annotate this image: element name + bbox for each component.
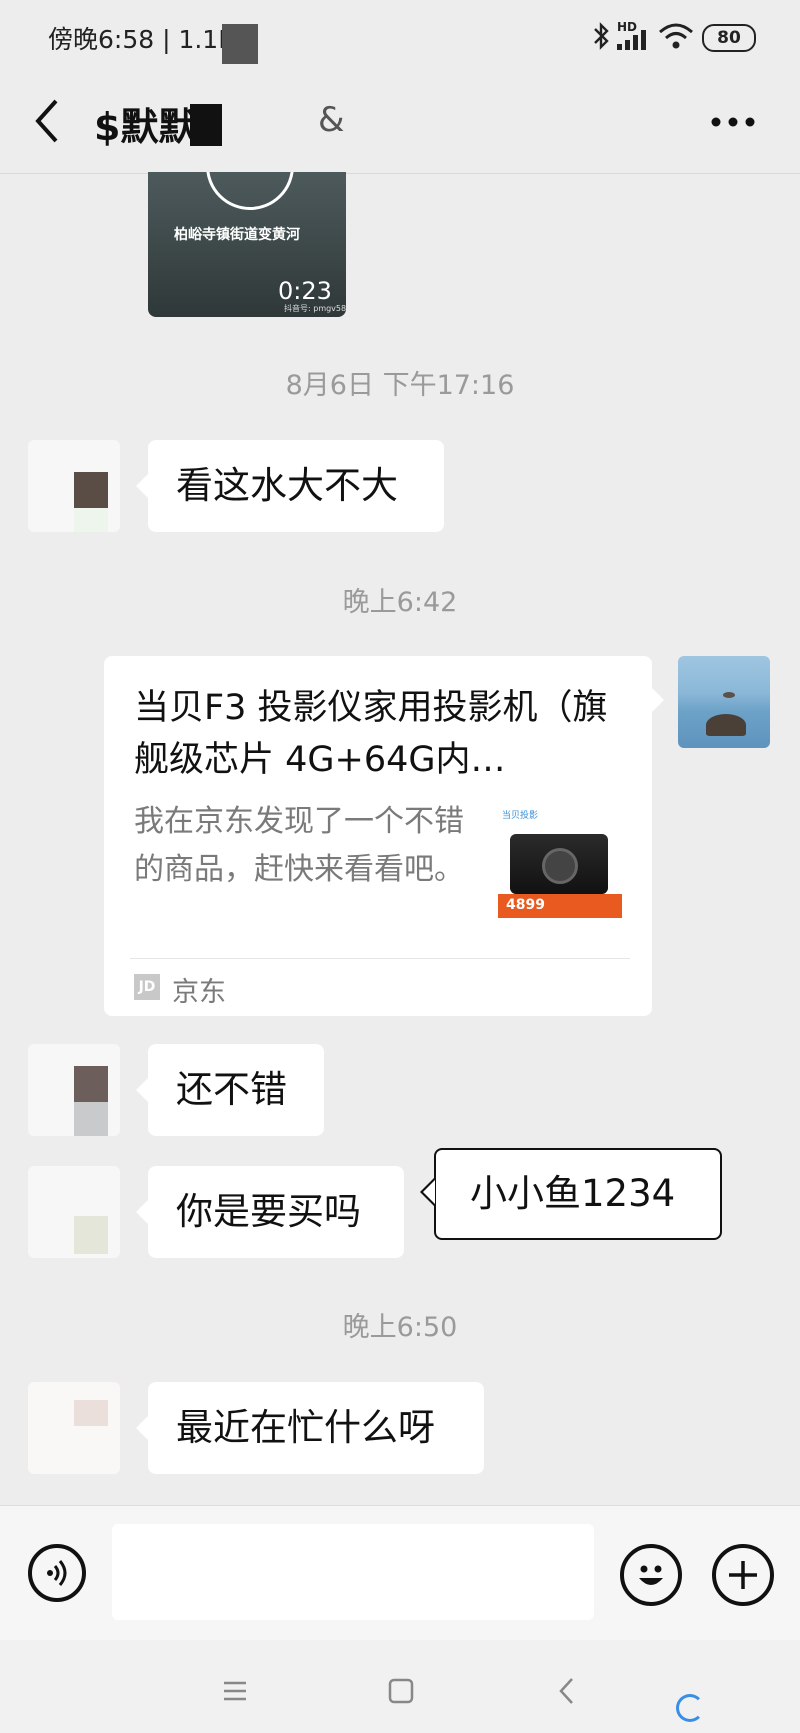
battery-indicator: 80 xyxy=(702,24,756,52)
avatar[interactable] xyxy=(28,1044,120,1136)
message-text: 还不错 xyxy=(176,1068,287,1111)
timestamp: 晚上6:50 xyxy=(342,1312,458,1343)
message-input[interactable] xyxy=(112,1524,594,1620)
back-arrow-icon[interactable] xyxy=(32,96,62,146)
video-message[interactable]: 柏峪寺镇街道变黄河 0:23 抖音号: pmgv587 xyxy=(148,172,346,317)
status-redaction xyxy=(222,24,258,64)
link-card-title: 当贝F3 投影仪家用投影机（旗舰级芯片 4G+64G内… xyxy=(134,688,608,780)
message-text: 看这水大不大 xyxy=(176,464,398,507)
chat-header: $默默 & xyxy=(0,74,800,174)
annotation-callout: 小小鱼1234 xyxy=(420,1148,722,1240)
avatar[interactable] xyxy=(28,1166,120,1258)
voice-input-button[interactable] xyxy=(28,1544,86,1602)
emoji-button[interactable] xyxy=(620,1544,682,1606)
message-bubble[interactable]: 最近在忙什么呀 xyxy=(136,1382,484,1474)
avatar[interactable] xyxy=(28,1382,120,1474)
wifi-icon xyxy=(659,23,693,49)
message-text: 你是要买吗 xyxy=(176,1190,361,1233)
plus-icon xyxy=(729,1561,757,1589)
video-watermark: 抖音号: pmgv587 xyxy=(284,304,346,313)
timestamp: 8月6日 下午17:16 xyxy=(285,370,515,401)
message-text: 最近在忙什么呀 xyxy=(176,1406,435,1449)
link-card[interactable]: 当贝F3 投影仪家用投影机（旗舰级芯片 4G+64G内… 我在京东发现了一个不错… xyxy=(104,656,664,1016)
voice-icon xyxy=(47,1560,67,1586)
message-bubble[interactable]: 还不错 xyxy=(136,1044,324,1136)
home-icon[interactable] xyxy=(388,1678,414,1704)
bluetooth-icon xyxy=(594,22,609,50)
battery-level: 80 xyxy=(717,28,741,48)
video-caption: 柏峪寺镇街道变黄河 xyxy=(174,227,300,243)
card-divider xyxy=(130,958,630,959)
avatar[interactable] xyxy=(28,440,120,532)
thumbnail-price: 4899 xyxy=(506,897,545,913)
input-bar xyxy=(0,1505,800,1641)
video-duration: 0:23 xyxy=(278,277,332,305)
back-icon[interactable] xyxy=(556,1676,576,1706)
message-bubble[interactable]: 你是要买吗 xyxy=(136,1166,404,1258)
avatar-rock-small xyxy=(723,692,735,698)
jd-logo-text: JD xyxy=(138,979,156,995)
more-functions-button[interactable] xyxy=(712,1544,774,1606)
status-bar: 傍晚6:58 | 1.1K/s HD 80 xyxy=(0,0,800,74)
my-avatar[interactable] xyxy=(678,656,770,748)
title-redaction xyxy=(190,104,222,146)
more-options-icon[interactable] xyxy=(710,114,756,133)
play-icon[interactable] xyxy=(206,172,294,210)
projector-lens xyxy=(542,848,578,884)
timestamp: 晚上6:42 xyxy=(342,587,458,618)
smiley-icon xyxy=(639,1565,663,1585)
product-thumbnail: 当贝投影 4899 xyxy=(498,808,624,920)
title-suffix: & xyxy=(318,100,345,140)
price-banner: 4899 xyxy=(498,894,622,918)
link-card-description: 我在京东发现了一个不错的商品，赶快来看看吧。 xyxy=(134,804,464,887)
message-bubble[interactable]: 看这水大不大 xyxy=(136,440,444,532)
signal-icon xyxy=(617,30,646,50)
annotation-text: 小小鱼1234 xyxy=(470,1172,676,1215)
system-nav-bar xyxy=(0,1640,800,1733)
avatar-rock xyxy=(706,714,746,736)
link-source: 京东 xyxy=(172,977,226,1008)
menu-icon[interactable] xyxy=(222,1680,248,1702)
thumbnail-brand: 当贝投影 xyxy=(502,811,539,821)
chat-title: $默默 xyxy=(94,105,197,149)
jd-logo-icon: JD xyxy=(134,974,160,1000)
watermark-logo-icon xyxy=(676,1694,704,1722)
